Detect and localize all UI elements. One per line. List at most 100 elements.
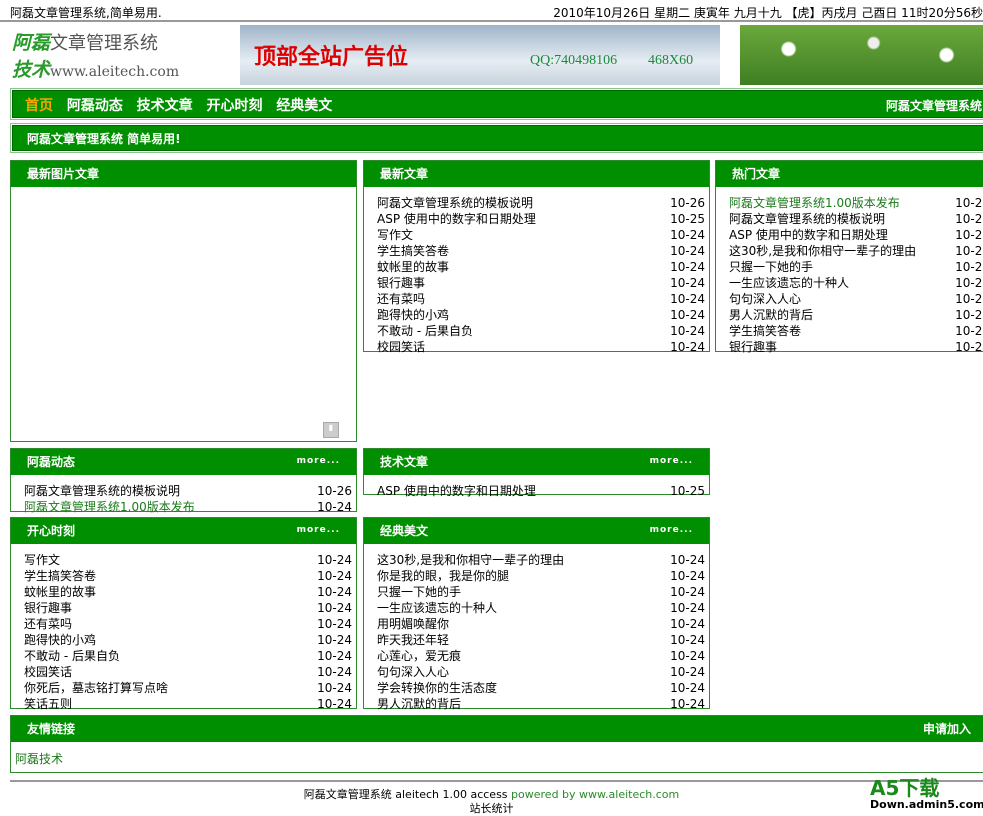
article-link[interactable]: 你是我的眼，我是你的腿 — [377, 568, 509, 584]
article-link[interactable]: 跑得快的小鸡 — [24, 632, 96, 648]
article-date: 10-24 — [317, 500, 352, 514]
article-link[interactable]: 不敢动 - 后果自负 — [377, 323, 473, 339]
article-date: 10-25 — [670, 484, 705, 498]
list-item: 银行趣事 10-24 — [377, 275, 705, 291]
article-link[interactable]: 蚊帐里的故事 — [24, 584, 96, 600]
list-item: 学生搞笑答卷 10-24 — [377, 243, 705, 259]
article-link[interactable]: 阿磊文章管理系统的模板说明 — [729, 211, 885, 227]
article-link[interactable]: 句句深入人心 — [729, 291, 801, 307]
box-header: 经典美文 more... — [364, 518, 709, 544]
box-header: 开心时刻 more... — [11, 518, 356, 544]
article-date: 10-24 — [955, 196, 983, 210]
article-link[interactable]: 只握一下她的手 — [377, 584, 461, 600]
article-link[interactable]: 阿磊文章管理系统的模板说明 — [24, 483, 180, 499]
article-link[interactable]: 还有菜吗 — [377, 291, 425, 307]
article-date: 10-26 — [955, 212, 983, 226]
nav-tech[interactable]: 技术文章 — [137, 98, 193, 114]
article-link[interactable]: 心莲心，爱无痕 — [377, 648, 461, 664]
article-link[interactable]: ASP 使用中的数字和日期处理 — [377, 211, 536, 227]
article-date: 10-25 — [955, 228, 983, 242]
article-date: 10-26 — [317, 484, 352, 498]
main-nav: 首页 阿磊动态 技术文章 开心时刻 经典美文 阿磊文章管理系统 — [10, 88, 983, 120]
more-link[interactable]: more... — [297, 456, 340, 466]
list-item: 跑得快的小鸡 10-24 — [377, 307, 705, 323]
article-date: 10-24 — [670, 585, 705, 599]
article-link[interactable]: 这30秒,是我和你相守一辈子的理由 — [729, 243, 916, 259]
article-link[interactable]: 你死后，墓志铭打算写点啥 — [24, 680, 168, 696]
article-link[interactable]: 阿磊文章管理系统1.00版本发布 — [729, 195, 900, 211]
more-link[interactable]: more... — [297, 525, 340, 535]
more-link[interactable]: more... — [650, 525, 693, 535]
article-link[interactable]: 只握一下她的手 — [729, 259, 813, 275]
scroll-icon[interactable]: ▮ — [323, 422, 339, 438]
list-item: 学生搞笑答卷 10-24 — [729, 323, 983, 339]
article-link[interactable]: 句句深入人心 — [377, 664, 449, 680]
article-list: ASP 使用中的数字和日期处理 10-25 — [364, 475, 709, 499]
list-item: 你是我的眼，我是你的腿 10-24 — [377, 568, 705, 584]
list-item: 昨天我还年轻 10-24 — [377, 632, 705, 648]
box-classic: 经典美文 more... 这30秒,是我和你相守一辈子的理由 10-24 你是我的眼，我… — [363, 517, 710, 712]
article-link[interactable]: 校园笑话 — [24, 664, 72, 680]
article-link[interactable]: 阿磊文章管理系统的模板说明 — [377, 195, 533, 211]
article-link[interactable]: 校园笑话 — [377, 339, 425, 355]
top-ad-banner[interactable]: 顶部全站广告位 QQ:740498106 468X60 — [240, 25, 720, 85]
article-link[interactable]: 这30秒,是我和你相守一辈子的理由 — [377, 552, 564, 568]
more-link[interactable]: more... — [650, 456, 693, 466]
article-link[interactable]: ASP 使用中的数字和日期处理 — [377, 483, 536, 499]
a5-logo: A5下载 Down.admin5.com — [870, 778, 983, 811]
article-link[interactable]: 银行趣事 — [377, 275, 425, 291]
article-date: 10-24 — [317, 665, 352, 679]
article-link[interactable]: 跑得快的小鸡 — [377, 307, 449, 323]
logo-text: 文章管理系统 — [50, 33, 159, 54]
article-link[interactable]: 阿磊文章管理系统1.00版本发布 — [24, 499, 195, 515]
list-item: 学生搞笑答卷 10-24 — [24, 568, 352, 584]
list-item: 这30秒,是我和你相守一辈子的理由 10-24 — [377, 552, 705, 568]
article-link[interactable]: 用明媚唤醒你 — [377, 616, 449, 632]
ad-text: 顶部全站广告位 — [254, 44, 409, 70]
logo-url: www.aleitech.com — [50, 64, 180, 80]
list-item: 句句深入人心 10-24 — [729, 291, 983, 307]
article-date: 10-24 — [317, 601, 352, 615]
article-link[interactable]: 昨天我还年轻 — [377, 632, 449, 648]
box-header: 最新文章 — [364, 161, 709, 187]
nav-fun[interactable]: 开心时刻 — [206, 98, 262, 114]
slogan-bar: 阿磊文章管理系统 简单易用! — [10, 123, 983, 153]
nav-classic[interactable]: 经典美文 — [276, 98, 332, 114]
nav-home[interactable]: 首页 — [25, 98, 53, 114]
list-item: 阿磊文章管理系统1.00版本发布 10-24 — [729, 195, 983, 211]
article-link[interactable]: 学生搞笑答卷 — [24, 568, 96, 584]
article-link[interactable]: 笑话五则 — [24, 696, 72, 712]
article-date: 10-24 — [317, 617, 352, 631]
list-item: 男人沉默的背后 10-24 — [729, 307, 983, 323]
site-logo[interactable]: 阿磊文章管理系统 技术www.aleitech.com — [12, 28, 212, 84]
article-date: 10-24 — [955, 308, 983, 322]
article-link[interactable]: 一生应该遗忘的十种人 — [377, 600, 497, 616]
article-link[interactable]: 男人沉默的背后 — [377, 696, 461, 712]
stats-link[interactable]: 站长统计 — [0, 802, 983, 816]
article-link[interactable]: 学会转换你的生活态度 — [377, 680, 497, 696]
article-link[interactable]: 银行趣事 — [729, 339, 777, 355]
article-link[interactable]: 写作文 — [377, 227, 413, 243]
nav-news[interactable]: 阿磊动态 — [67, 98, 123, 114]
article-link[interactable]: 还有菜吗 — [24, 616, 72, 632]
friend-links: 友情链接 申请加入 阿磊技术 — [10, 715, 983, 773]
list-item: ASP 使用中的数字和日期处理 10-25 — [729, 227, 983, 243]
article-date: 10-24 — [670, 633, 705, 647]
article-link[interactable]: 蚊帐里的故事 — [377, 259, 449, 275]
article-link[interactable]: 学生搞笑答卷 — [377, 243, 449, 259]
article-link[interactable]: 不敢动 - 后果自负 — [24, 648, 120, 664]
list-item: 写作文 10-24 — [377, 227, 705, 243]
article-link[interactable]: 写作文 — [24, 552, 60, 568]
apply-link[interactable]: 申请加入 — [923, 720, 971, 737]
article-link[interactable]: ASP 使用中的数字和日期处理 — [729, 227, 888, 243]
article-link[interactable]: 男人沉默的背后 — [729, 307, 813, 323]
article-link[interactable]: 一生应该遗忘的十种人 — [729, 275, 849, 291]
article-link[interactable]: 学生搞笑答卷 — [729, 323, 801, 339]
friend-link[interactable]: 阿磊技术 — [15, 750, 63, 767]
powered-by-link[interactable]: powered by www.aleitech.com — [511, 788, 679, 801]
article-list: 阿磊文章管理系统1.00版本发布10-24阿磊文章管理系统的模板说明10-26A… — [716, 187, 983, 355]
footer-text: 阿磊文章管理系统 aleitech 1.00 access — [303, 788, 508, 801]
list-item: 银行趣事 10-24 — [729, 339, 983, 355]
article-link[interactable]: 银行趣事 — [24, 600, 72, 616]
date-display: 2010年10月26日 星期二 庚寅年 九月十九 【虎】丙戌月 己酉日 11时2… — [553, 6, 983, 20]
